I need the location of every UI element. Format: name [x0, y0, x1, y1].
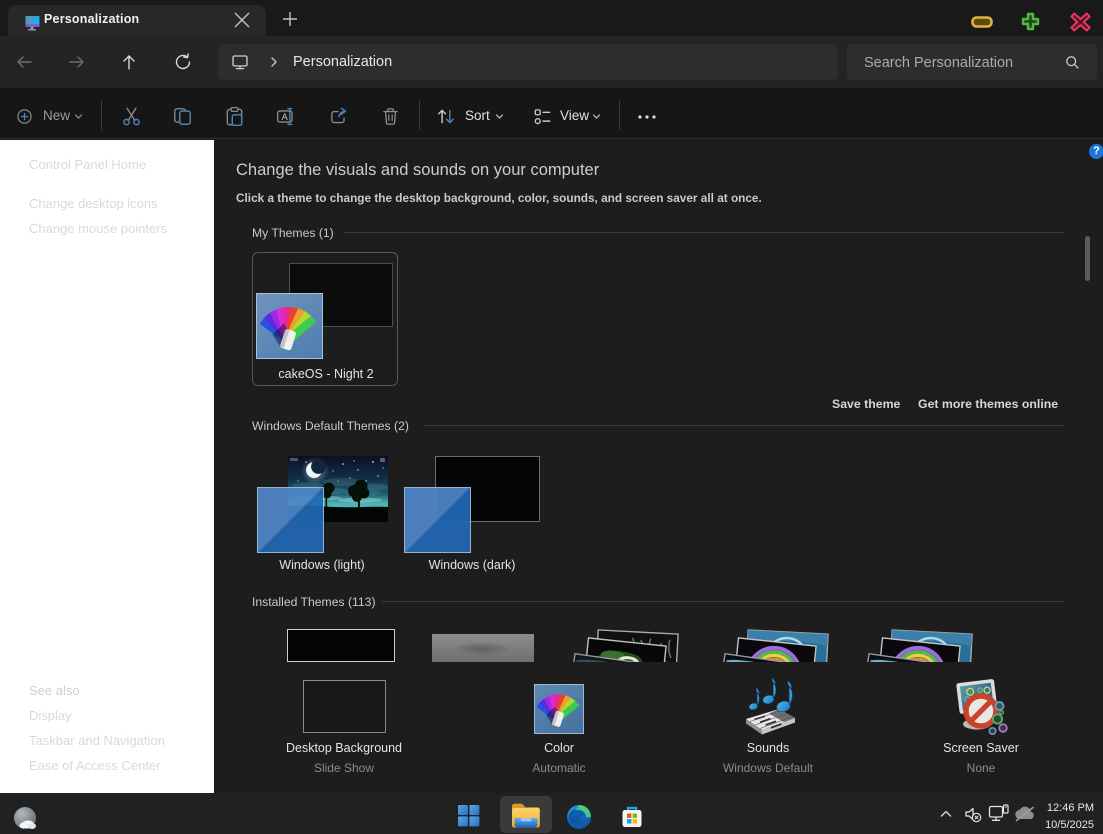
svg-text:A: A	[282, 111, 289, 122]
